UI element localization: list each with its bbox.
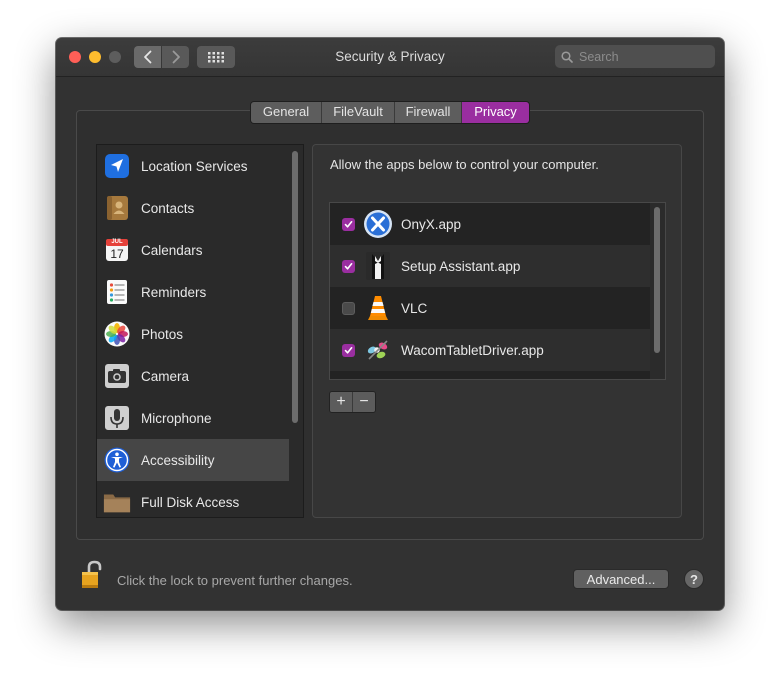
tab-general[interactable]: General <box>251 102 322 123</box>
sidebar-item-label: Camera <box>141 368 190 384</box>
microphone-icon <box>103 404 131 432</box>
sidebar-item-label: Location Services <box>141 158 248 174</box>
contacts-book-icon <box>103 194 131 222</box>
search-input[interactable] <box>577 48 711 65</box>
reminders-list-icon <box>103 278 131 306</box>
app-checkbox-setup-assistant[interactable] <box>342 259 355 273</box>
sidebar-item-calendars[interactable]: JUL 17 Calendars <box>97 229 289 271</box>
app-label: WacomTabletDriver.app <box>401 342 544 358</box>
panel-description: Allow the apps below to control your com… <box>330 157 599 172</box>
sidebar-item-camera[interactable]: Camera <box>97 355 289 397</box>
vlc-cone-icon <box>363 293 393 323</box>
tab-bar: General FileVault Firewall Privacy <box>250 101 530 124</box>
checkmark-icon <box>344 220 353 228</box>
onyx-icon <box>363 209 393 239</box>
wacom-icon <box>363 335 393 365</box>
calendar-month-text: JUL <box>111 239 123 245</box>
tab-privacy[interactable]: Privacy <box>462 102 529 123</box>
app-row-vlc[interactable]: VLC <box>330 287 650 329</box>
add-remove-buttons: + − <box>329 391 376 413</box>
security-privacy-window: Security & Privacy General FileVault Fir… <box>56 38 724 610</box>
app-label: VLC <box>401 300 428 316</box>
padlock-icon[interactable] <box>80 560 104 590</box>
app-list: OnyX.app Setup Assistant.app VLC WacomTa… <box>329 202 666 380</box>
checkmark-icon <box>344 346 353 354</box>
sidebar-item-location-services[interactable]: Location Services <box>97 145 289 187</box>
app-list-scrollbar[interactable] <box>654 207 660 353</box>
app-row-setup-assistant[interactable]: Setup Assistant.app <box>330 245 650 287</box>
sidebar-scrollbar[interactable] <box>292 151 298 423</box>
sidebar-item-reminders[interactable]: Reminders <box>97 271 289 313</box>
help-button[interactable]: ? <box>684 569 704 589</box>
app-checkbox-onyx[interactable] <box>342 217 355 231</box>
sidebar-item-label: Contacts <box>141 200 195 216</box>
sidebar-item-contacts[interactable]: Contacts <box>97 187 289 229</box>
checkmark-icon <box>344 262 353 270</box>
calendar-day-text: 17 <box>110 247 124 261</box>
advanced-button[interactable]: Advanced... <box>573 569 669 589</box>
calendar-icon: JUL 17 <box>103 236 131 264</box>
app-row-empty <box>330 371 650 379</box>
sidebar-item-label: Photos <box>141 326 184 342</box>
remove-app-button[interactable]: − <box>352 392 375 412</box>
app-checkbox-wacom[interactable] <box>342 343 355 357</box>
app-checkbox-vlc[interactable] <box>342 301 355 315</box>
title-bar: Security & Privacy <box>56 38 724 77</box>
accessibility-icon <box>103 446 131 474</box>
setup-assistant-icon <box>363 251 393 281</box>
search-icon <box>561 50 573 63</box>
app-row-onyx[interactable]: OnyX.app <box>330 203 650 245</box>
sidebar-item-microphone[interactable]: Microphone <box>97 397 289 439</box>
lock-hint-text: Click the lock to prevent further change… <box>117 573 353 588</box>
privacy-category-list: Location Services Contacts JUL 17 Calend… <box>96 144 304 518</box>
sidebar-item-label: Microphone <box>141 410 212 426</box>
add-app-button[interactable]: + <box>330 392 352 412</box>
search-field[interactable] <box>555 45 715 68</box>
camera-icon <box>103 362 131 390</box>
sidebar-item-accessibility[interactable]: Accessibility <box>97 439 289 481</box>
app-label: Setup Assistant.app <box>401 258 521 274</box>
sidebar-item-label: Full Disk Access <box>141 494 240 510</box>
tab-filevault[interactable]: FileVault <box>322 102 395 123</box>
tab-firewall[interactable]: Firewall <box>395 102 462 123</box>
app-label: OnyX.app <box>401 216 462 232</box>
folder-icon <box>103 488 131 516</box>
photos-flower-icon <box>103 320 131 348</box>
sidebar-item-label: Accessibility <box>141 452 215 468</box>
app-row-wacom[interactable]: WacomTabletDriver.app <box>330 329 650 371</box>
location-arrow-icon <box>103 152 131 180</box>
sidebar-item-full-disk-access[interactable]: Full Disk Access <box>97 481 289 517</box>
sidebar-item-label: Reminders <box>141 284 207 300</box>
sidebar-item-photos[interactable]: Photos <box>97 313 289 355</box>
sidebar-item-label: Calendars <box>141 242 203 258</box>
